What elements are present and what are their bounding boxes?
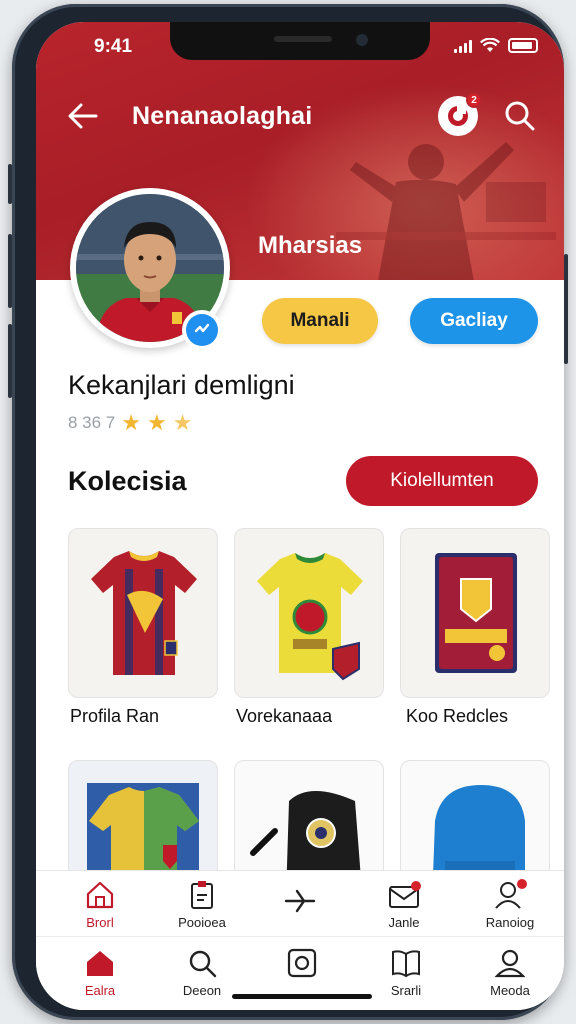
product-card-trading-card[interactable]: [400, 528, 550, 698]
signal-icon: [454, 39, 472, 53]
tab-media[interactable]: Meoda: [470, 947, 550, 998]
product-card-jersey-red[interactable]: [68, 528, 218, 698]
yellow-jersey-image: [257, 553, 363, 681]
square-icon: [287, 948, 317, 978]
volume-down-button: [8, 324, 12, 398]
tab-label: Janle: [388, 915, 420, 930]
play-icon: [284, 889, 316, 913]
speaker: [274, 36, 332, 42]
product-label: Profila Ran: [70, 706, 160, 726]
status-bar: 9:41: [36, 22, 564, 70]
verified-badge: [182, 310, 222, 350]
tab-orders[interactable]: Pooioea: [162, 879, 242, 930]
notch: [170, 22, 430, 60]
tab-label: Brorl: [86, 915, 114, 930]
tab-inbox[interactable]: Janle: [364, 879, 444, 930]
nav-bar: Nenanaolaghai 2: [36, 92, 564, 138]
product-label: Vorekanaaa: [236, 706, 333, 726]
app-logo-icon: [448, 106, 468, 126]
battery-icon: [508, 38, 538, 53]
tab-home[interactable]: Brorl: [60, 879, 140, 930]
tab-label: Pooioea: [178, 915, 226, 930]
status-time: 9:41: [94, 36, 133, 57]
collection-heading: Kolecisia: [68, 466, 187, 496]
page-title: Nenanaolaghai: [132, 102, 313, 130]
power-button: [564, 254, 568, 364]
mute-switch: [8, 164, 12, 204]
tab-center[interactable]: [262, 947, 342, 979]
search-icon[interactable]: [502, 98, 538, 134]
phone-frame: 9:41 Nenanaolaghai 2 Mharsias Manali Gac…: [8, 4, 568, 1020]
profile-name: Mharsias: [258, 232, 363, 259]
tab-label: Srarli: [390, 983, 422, 998]
status-icons: [454, 38, 538, 53]
follow-button[interactable]: Manali: [262, 298, 378, 344]
tab-play[interactable]: [260, 885, 340, 917]
half-star-icon: ★: [172, 410, 193, 435]
book-icon: [392, 950, 420, 978]
clipboard-icon: [191, 881, 213, 909]
front-camera: [356, 34, 368, 46]
home-icon: [87, 951, 113, 976]
red-jersey-image: [91, 551, 197, 675]
star-icon: ★: [147, 410, 167, 435]
tab-bar-secondary: Brorl Pooioea Janle Ranoiog: [36, 870, 564, 936]
profile-icon: [495, 879, 527, 909]
back-arrow-icon[interactable]: [66, 100, 100, 132]
trading-card-image: [435, 553, 517, 673]
star-icon: ★: [121, 410, 141, 435]
see-all-button[interactable]: Kiolellumten: [346, 456, 538, 506]
tab-label: Ealra: [84, 983, 116, 998]
tab-library[interactable]: Srarli: [366, 947, 446, 998]
tab-home-main[interactable]: Ealra: [60, 947, 140, 998]
tab-label: Meoda: [490, 983, 530, 998]
product-label: Koo Redcles: [406, 706, 509, 726]
search-icon: [189, 950, 217, 978]
rating-row: 8 36 7 ★ ★ ★: [68, 412, 192, 434]
tab-label: Deeon: [182, 983, 222, 998]
notification-button[interactable]: 2: [438, 92, 482, 136]
profile-bio: Kekanjlari demligni: [68, 370, 295, 400]
product-card-jersey-yellow[interactable]: [234, 528, 384, 698]
notification-badge: 2: [466, 92, 482, 108]
verified-check-icon: [194, 323, 210, 333]
tab-search[interactable]: Deeon: [162, 947, 242, 998]
home-indicator: [232, 994, 372, 999]
home-outline-icon: [86, 881, 114, 909]
message-button[interactable]: Gacliay: [410, 298, 538, 344]
user-icon: [494, 949, 526, 978]
wifi-icon: [480, 38, 500, 52]
screen: 9:41 Nenanaolaghai 2 Mharsias Manali Gac…: [36, 22, 564, 1010]
mail-icon: [389, 881, 421, 908]
tab-label: Ranoiog: [485, 915, 535, 930]
rating-numbers: 8 36 7: [68, 413, 116, 432]
volume-up-button: [8, 234, 12, 308]
tab-ranking[interactable]: Ranoiog: [470, 879, 550, 930]
celebrating-player-silhouette: [336, 142, 556, 280]
